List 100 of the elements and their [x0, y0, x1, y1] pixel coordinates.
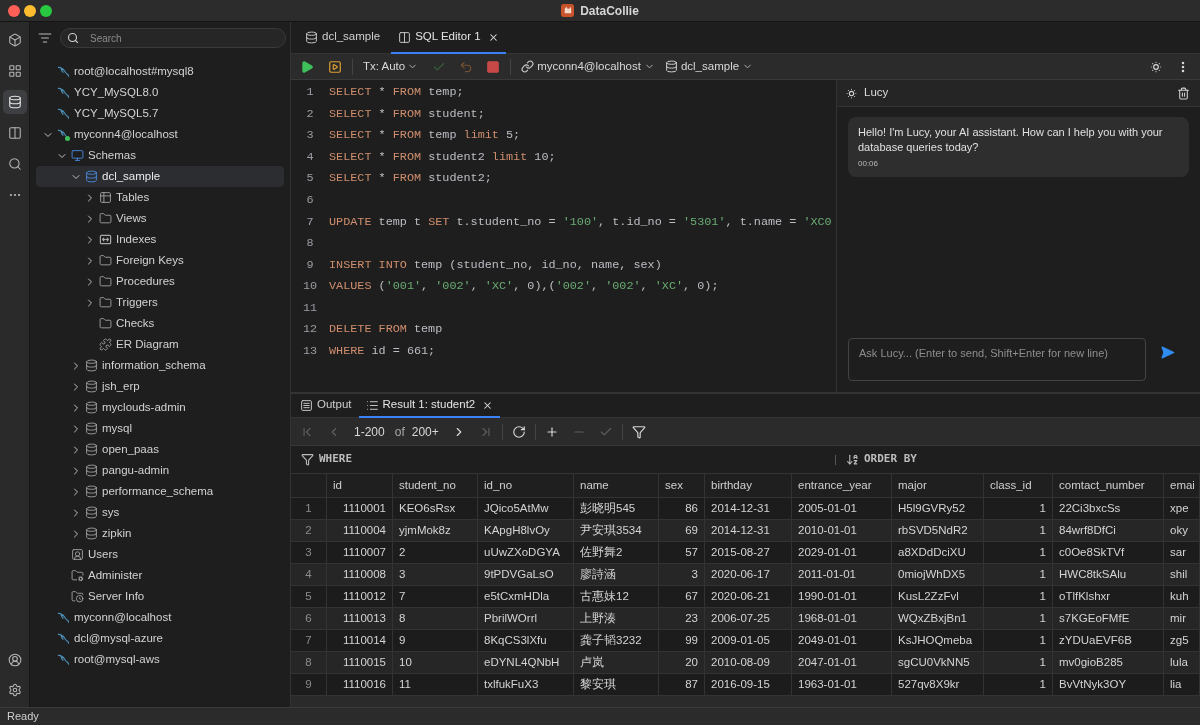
- column-header[interactable]: student_no: [399, 476, 456, 495]
- tree-item[interactable]: YCY_MySQL5.7: [36, 103, 284, 124]
- assistant-title: Lucy: [864, 85, 889, 101]
- chat-input[interactable]: Ask Lucy... (Enter to send, Shift+Enter for new line): [848, 338, 1146, 381]
- tree-item[interactable]: zipkin: [36, 523, 284, 544]
- refresh-icon[interactable]: [511, 424, 526, 439]
- activity-button[interactable]: [2, 90, 27, 114]
- column-header[interactable]: major: [898, 476, 927, 495]
- tree-item[interactable]: Checks: [36, 313, 284, 334]
- tree-item[interactable]: performance_schema: [36, 481, 284, 502]
- tree-item[interactable]: information_schema: [36, 355, 284, 376]
- table-cell-text: 龚子韬3232: [580, 632, 642, 648]
- tree-item[interactable]: Administer: [36, 565, 284, 586]
- tree-item[interactable]: Server Info: [36, 586, 284, 607]
- database-icon: [85, 422, 98, 435]
- table-row[interactable]: 3 1110007 2 uUwZXoDGYA 佐野舞2 57 2015-08-27 2029-01-01 a8XDdDciXU 1 c0Oe8SkTVf sar: [291, 542, 1200, 564]
- trash-icon[interactable]: [1177, 86, 1190, 100]
- line-number: 4: [305, 148, 315, 166]
- sun-icon: [845, 86, 858, 100]
- table-row[interactable]: 6 1110013 8 PbrilWOrrl 上野湊 23 2006-07-25 1968-01-01 WQxZBxjBn1 1 s7KGEoFMfE mir: [291, 608, 1200, 630]
- tab[interactable]: dcl_sample: [298, 22, 388, 54]
- table-cell-text: 84wrf8DfCi: [1059, 522, 1116, 538]
- play-icon[interactable]: [300, 59, 314, 74]
- tree-item[interactable]: Procedures: [36, 271, 284, 292]
- run-script-icon[interactable]: [328, 59, 342, 74]
- filter-icon[interactable]: [631, 424, 646, 439]
- tree-item[interactable]: myconn4@localhost: [36, 124, 284, 145]
- tree-item[interactable]: Indexes: [36, 229, 284, 250]
- table-row[interactable]: 7 1110014 9 8KqCS3lXfu 龚子韬3232 99 2009-01-05 2049-01-01 KsJHOQmeba 1 zYDUaEVF6B zg5: [291, 630, 1200, 652]
- status-text: Ready: [7, 709, 39, 725]
- column-header[interactable]: class_id: [990, 476, 1032, 495]
- tree-item[interactable]: YCY_MySQL8.0: [36, 82, 284, 103]
- column-header[interactable]: id_no: [484, 476, 513, 495]
- table-row[interactable]: 1 1110001 KEO6sRsx JQico5AtMw 彭晓明545 86 2014-12-31 2005-01-01 H5l9GVRy52 1 22Ci3bxcSs xpe: [291, 498, 1200, 520]
- minimize-window-icon[interactable]: [24, 4, 36, 17]
- transaction-dropdown[interactable]: Tx: Auto: [363, 57, 419, 76]
- column-header[interactable]: comtact_number: [1059, 476, 1145, 495]
- table-row[interactable]: 4 1110008 3 9tPDVGaLsO 廖詩涵 3 2020-06-17 2011-01-01 0miojWhDX5 1 HWC8tkSAlu shil: [291, 564, 1200, 586]
- tree-item[interactable]: Views: [36, 208, 284, 229]
- stop-icon[interactable]: [486, 59, 501, 74]
- table-row[interactable]: 5 1110012 7 e5tCxmHDla 古惠妹12 67 2020-06-21 1990-01-01 KusL2ZzFvl 1 oTlfKlshxr kuh: [291, 586, 1200, 608]
- table-cell-text: KApgH8lvOy: [484, 522, 550, 538]
- tree-item[interactable]: dcl_sample: [36, 166, 284, 187]
- database-icon: [85, 485, 98, 498]
- zoom-window-icon[interactable]: [40, 4, 52, 17]
- table-cell-text: 67: [685, 588, 698, 604]
- tree-item[interactable]: open_paas: [36, 439, 284, 460]
- row-number: 5: [305, 588, 312, 604]
- swoosh-icon: [57, 632, 70, 645]
- tree-item[interactable]: Triggers: [36, 292, 284, 313]
- table-cell-text: 1: [1039, 654, 1046, 670]
- tree-item[interactable]: myclouds-admin: [36, 397, 284, 418]
- table-cell-text: c0Oe8SkTVf: [1059, 544, 1125, 560]
- sun-icon[interactable]: [1149, 59, 1163, 74]
- tree-item[interactable]: Foreign Keys: [36, 250, 284, 271]
- settings-icon[interactable]: [7, 683, 22, 697]
- tree-item[interactable]: Schemas: [36, 145, 284, 166]
- table-cell-text: 1110007: [342, 544, 386, 560]
- order-by-filter[interactable]: ORDER BY: [836, 446, 1200, 473]
- puzzle-icon: [99, 338, 112, 351]
- column-header[interactable]: entrance_year: [798, 476, 872, 495]
- tree-item[interactable]: Users: [36, 544, 284, 565]
- user-icon[interactable]: [7, 653, 22, 667]
- table-row[interactable]: 2 1110004 yjmMok8z KApgH8lvOy 尹安琪3534 69 2014-12-31 2010-01-01 rbSVD5NdR2 1 84wrf8DfCi oky: [291, 520, 1200, 542]
- tree-item[interactable]: sys: [36, 502, 284, 523]
- tree-item[interactable]: ER Diagram: [36, 334, 284, 355]
- column-header[interactable]: id: [333, 476, 342, 495]
- tree-item[interactable]: jsh_erp: [36, 376, 284, 397]
- column-header[interactable]: birthday: [711, 476, 752, 495]
- tree-item[interactable]: dcl@mysql-azure: [36, 628, 284, 649]
- tree-item[interactable]: mysql: [36, 418, 284, 439]
- tree-item[interactable]: pangu-admin: [36, 460, 284, 481]
- plus-icon[interactable]: [544, 424, 559, 439]
- table-cell-text: BvVtNyk3OY: [1059, 676, 1127, 692]
- database-dropdown[interactable]: dcl_sample: [664, 57, 754, 76]
- table-cell-text: H5l9GVRy52: [898, 500, 966, 516]
- close-icon[interactable]: [487, 31, 499, 43]
- table-row[interactable]: 9 1110016 11 txlfukFuX3 黎安琪 87 2016-09-15 1963-01-01 527qv8X9kr 1 BvVtNyk3OY lia: [291, 674, 1200, 696]
- table-cell-text: 2: [399, 544, 406, 560]
- table-cell-text: 1110014: [342, 632, 386, 648]
- table-row[interactable]: 8 1110015 10 eDYNL4QNbH 卢岚 20 2010-08-09 2047-01-01 sgCU0VkNN5 1 mv0gioB285 lula: [291, 652, 1200, 674]
- connection-dropdown[interactable]: myconn4@localhost: [521, 57, 655, 76]
- column-header[interactable]: emai: [1170, 476, 1195, 495]
- close-icon[interactable]: [482, 399, 494, 411]
- send-icon[interactable]: [1160, 345, 1175, 360]
- tab[interactable]: Output: [293, 394, 359, 418]
- tree-item[interactable]: myconn@localhost: [36, 607, 284, 628]
- column-header[interactable]: sex: [665, 476, 683, 495]
- scrollbar-track[interactable]: [291, 696, 1200, 707]
- where-filter[interactable]: WHERE: [291, 446, 835, 473]
- search-field[interactable]: Search: [60, 28, 286, 48]
- column-header[interactable]: name: [580, 476, 609, 495]
- line-number: 6: [305, 191, 315, 209]
- tree-item[interactable]: Tables: [36, 187, 284, 208]
- tree-item[interactable]: root@localhost#mysql8: [36, 61, 284, 82]
- line-number: 2: [305, 105, 315, 123]
- tree-item[interactable]: root@mysql-aws: [36, 649, 284, 670]
- table-cell-text: sar: [1170, 544, 1186, 560]
- table-cell-text: 57: [685, 544, 698, 560]
- close-window-icon[interactable]: [8, 4, 20, 17]
